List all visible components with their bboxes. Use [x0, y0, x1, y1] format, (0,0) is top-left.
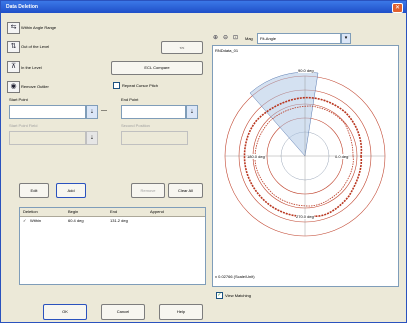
within-angle-range-label: Within Angle Range	[21, 25, 57, 30]
mag-select-value: Fit-Angle	[260, 36, 277, 41]
zoom-fit-icon[interactable]: ⊡	[233, 34, 241, 42]
start-point-field[interactable]	[9, 105, 86, 119]
mag-select[interactable]: Fit-Angle	[257, 33, 341, 44]
dataset-label: RNDdata_01	[215, 48, 239, 53]
arrow-button[interactable]: <<	[161, 41, 203, 54]
start-point-picker-button[interactable]: ⇣	[86, 105, 98, 119]
help-button[interactable]: Help	[159, 304, 203, 320]
col-deletion[interactable]: Deletion	[23, 209, 38, 214]
polar-plot	[224, 71, 386, 237]
out-of-level-label: Out of the Level	[21, 44, 50, 49]
view-matching-label: View Matching	[225, 293, 251, 298]
title-bar: Data Deletion ✕	[1, 1, 406, 13]
zoom-out-icon[interactable]: ⊖	[223, 34, 231, 42]
zoom-in-icon[interactable]: ⊕	[213, 34, 221, 42]
table-row[interactable]: ✓ Within 60.4 deg 131.2 deg	[20, 218, 205, 226]
end-point-field-2[interactable]	[121, 131, 188, 145]
range-dash: —	[101, 108, 107, 114]
end-fields-label: Second Position	[121, 123, 150, 128]
check-icon: ✓	[23, 218, 27, 223]
start-point-field-2[interactable]	[9, 131, 86, 145]
add-button[interactable]: Add	[56, 183, 86, 198]
edit-button[interactable]: Edit	[19, 183, 49, 198]
angle-label-left: 180.0 deg	[247, 154, 265, 159]
col-append[interactable]: Append	[150, 209, 164, 214]
remove-button[interactable]: Remove	[131, 183, 165, 198]
chevron-down-icon[interactable]: ▾	[341, 33, 351, 44]
window-title: Data Deletion	[6, 4, 38, 10]
out-of-level-icon[interactable]: ⇅	[7, 41, 20, 53]
col-end[interactable]: End	[110, 209, 117, 214]
deletion-wedge	[249, 71, 319, 157]
polar-plot-panel[interactable]: RNDdata_01 90.0 deg 180.0 deg 0.0 deg 27…	[212, 45, 399, 287]
repeat-cursor-pitch-label: Repeat Cursor Pitch	[122, 83, 159, 88]
row-begin: 60.4 deg	[68, 218, 84, 223]
remove-outlier-icon[interactable]: ◉	[7, 81, 20, 93]
deletion-list[interactable]: Deletion Begin End Append ✓ Within 60.4 …	[19, 207, 206, 285]
row-end: 131.2 deg	[110, 218, 128, 223]
start-fields-label: Start Point Field	[9, 123, 38, 128]
angle-label-bottom: 270.0 deg	[296, 214, 314, 219]
scale-footer-label: x 0.02766 (Scale/Unit)	[215, 274, 255, 279]
deletion-list-header: Deletion Begin End Append	[20, 208, 205, 217]
end-point-picker-button[interactable]: ⇣	[186, 105, 198, 119]
end-point-field[interactable]	[121, 105, 186, 119]
angle-label-right: 0.0 deg	[335, 154, 349, 159]
close-button[interactable]: ✕	[392, 3, 403, 13]
remove-outlier-label: Remove Outlier	[21, 84, 49, 89]
in-level-label: In the Level	[21, 65, 42, 70]
in-level-icon[interactable]: ⊼	[7, 61, 20, 73]
cancel-button[interactable]: Cancel	[101, 304, 145, 320]
ok-button[interactable]: OK	[43, 304, 87, 320]
angle-label-top: 90.0 deg	[298, 68, 314, 73]
data-deletion-window: Data Deletion ✕ ⇆ Within Angle Range ⇅ O…	[0, 0, 407, 323]
clear-all-button[interactable]: Clear All	[168, 183, 203, 198]
col-begin[interactable]: Begin	[68, 209, 78, 214]
row-deletion: Within	[30, 218, 42, 223]
within-angle-range-icon[interactable]: ⇆	[7, 22, 20, 34]
start-point-picker-button-2[interactable]: ⇣	[86, 131, 98, 145]
mag-label: Mag	[245, 36, 253, 41]
end-point-label: End Point	[121, 97, 139, 102]
repeat-cursor-pitch-checkbox[interactable]	[113, 82, 120, 89]
ecl-compare-button[interactable]: ECL Compare	[111, 61, 203, 75]
view-matching-checkbox[interactable]: ✓	[216, 292, 223, 299]
start-point-label: Start Point	[9, 97, 28, 102]
